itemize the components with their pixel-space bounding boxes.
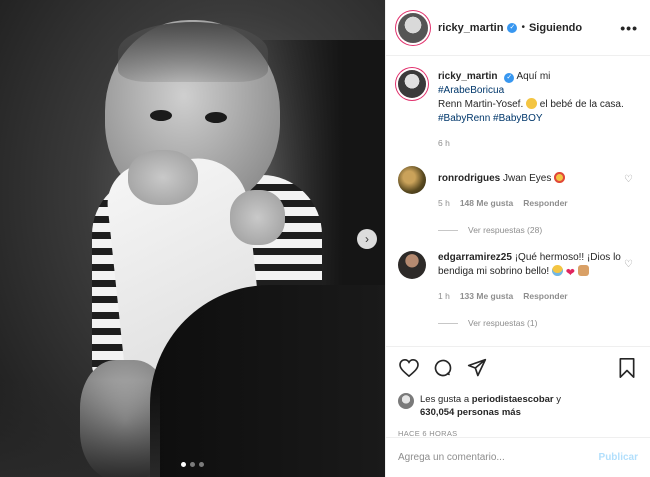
photo-floor: [0, 380, 160, 477]
reply-button[interactable]: Responder: [523, 196, 567, 210]
next-slide-button[interactable]: ›: [357, 229, 377, 249]
comment-likes[interactable]: 133 Me gusta: [460, 289, 513, 303]
caption-username[interactable]: ricky_martin: [438, 71, 497, 82]
carousel-dots: [181, 462, 204, 467]
header-separator: •: [521, 22, 525, 33]
view-replies-label[interactable]: Ver respuestas (1): [468, 318, 537, 328]
carousel-dot: [199, 462, 204, 467]
baby-hand-right: [230, 190, 285, 245]
baby-hand-left: [128, 150, 198, 205]
carousel-dot: [190, 462, 195, 467]
caption-avatar[interactable]: [398, 70, 426, 98]
heart-icon[interactable]: [398, 357, 420, 379]
comment-username[interactable]: ronrodrigues: [438, 173, 500, 184]
comment: edgarramirez25 ¡Qué hermoso!! ¡Dios lo b…: [398, 251, 638, 303]
commenter-avatar[interactable]: [398, 251, 426, 279]
hashtag-link[interactable]: #BabyBOY: [493, 113, 542, 124]
author-username[interactable]: ricky_martin: [438, 22, 503, 34]
likes-summary: Les gusta a periodistaescobar y 630,054 …: [398, 393, 638, 419]
replies-line: [438, 322, 458, 324]
comment-meta: 5 h 148 Me gusta Responder: [438, 196, 638, 210]
heart-icon[interactable]: ♡: [624, 259, 634, 270]
share-icon[interactable]: [466, 357, 488, 379]
verified-icon: ✓: [504, 73, 515, 83]
liker-username[interactable]: periodistaescobar: [472, 394, 554, 405]
liker-avatar[interactable]: [398, 393, 414, 409]
heart-icon[interactable]: ♡: [624, 174, 634, 185]
view-replies-label[interactable]: Ver respuestas (28): [468, 225, 542, 235]
pray-emoji-icon: [577, 265, 589, 276]
baby-eye-right: [205, 112, 227, 123]
comment-username[interactable]: edgarramirez25: [438, 252, 512, 263]
comment-time[interactable]: 1 h: [438, 289, 450, 303]
comment-icon[interactable]: [432, 357, 454, 379]
add-comment-bar: Publicar: [386, 437, 650, 477]
crying-emoji-icon: [551, 265, 563, 276]
comment-meta: 1 h 133 Me gusta Responder: [438, 289, 638, 303]
view-replies[interactable]: Ver respuestas (28): [438, 225, 638, 235]
baby-eye-left: [150, 110, 172, 121]
caption-text: Aquí mi: [516, 71, 551, 82]
caption-meta: 6 h: [438, 136, 638, 150]
post-photo[interactable]: ›: [0, 0, 385, 477]
comments-list[interactable]: ricky_martin ✓ Aquí mi #ArabeBoricua Ren…: [386, 56, 650, 346]
comment: ronrodrigues Jwan Eyes 5 h 148 Me gusta …: [398, 166, 638, 210]
comment-time[interactable]: 5 h: [438, 196, 450, 210]
author-avatar[interactable]: [398, 12, 428, 43]
replies-line: [438, 229, 458, 231]
likes-prefix: Les gusta a: [420, 394, 470, 405]
bookmark-icon[interactable]: [616, 357, 638, 379]
comment-likes[interactable]: 148 Me gusta: [460, 196, 513, 210]
caption-text: el bebé de la casa.: [539, 99, 624, 110]
comment-text: Jwan Eyes: [503, 173, 552, 184]
publish-button[interactable]: Publicar: [599, 452, 638, 463]
baby-hair: [118, 22, 268, 82]
more-icon[interactable]: •••: [620, 20, 638, 36]
caption-time[interactable]: 6 h: [438, 136, 450, 150]
comment-input[interactable]: [398, 452, 599, 463]
red-heart-emoji-icon: ❤: [565, 267, 575, 279]
verified-icon: ✓: [507, 22, 518, 33]
commenter-avatar[interactable]: [398, 166, 426, 194]
post-panel: ricky_martin ✓ • Siguiendo ••• ricky_mar…: [385, 0, 650, 477]
hashtag-link[interactable]: #ArabeBoricua: [438, 85, 504, 96]
carousel-dot-active: [181, 462, 186, 467]
likes-count[interactable]: 630,054 personas más: [420, 407, 521, 418]
hashtag-link[interactable]: #BabyRenn: [438, 113, 490, 124]
caption-text: Renn Martin-Yosef.: [438, 99, 524, 110]
chevron-right-icon: ›: [365, 232, 369, 246]
caption: ricky_martin ✓ Aquí mi #ArabeBoricua Ren…: [398, 70, 638, 150]
post-header: ricky_martin ✓ • Siguiendo •••: [386, 0, 650, 56]
smile-emoji-icon: [526, 98, 538, 109]
reply-button[interactable]: Responder: [523, 289, 567, 303]
post-actions: Les gusta a periodistaescobar y 630,054 …: [386, 346, 650, 438]
action-icons: [398, 357, 638, 379]
view-replies[interactable]: Ver respuestas (1): [438, 318, 638, 328]
heart-eyes-emoji-icon: [554, 172, 566, 183]
following-button[interactable]: Siguiendo: [529, 22, 582, 34]
likes-connector: y: [556, 394, 561, 405]
